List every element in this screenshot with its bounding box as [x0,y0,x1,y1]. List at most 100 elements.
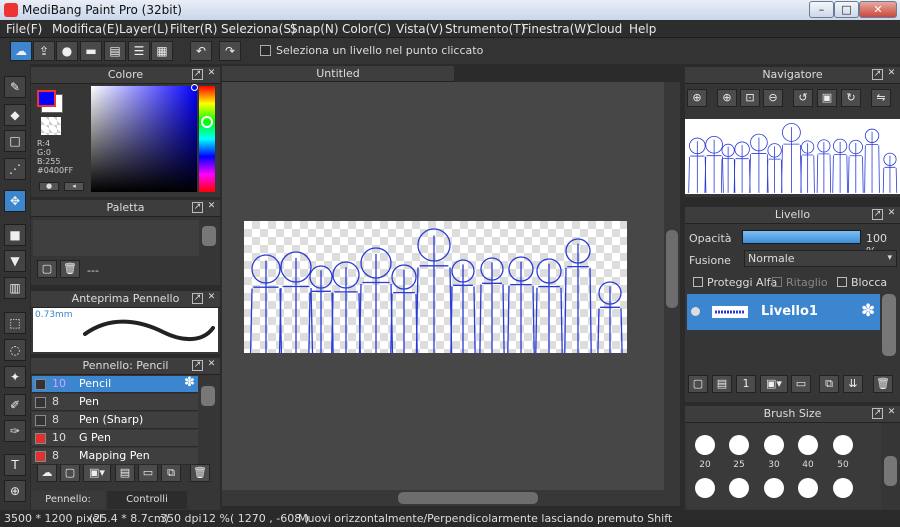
brush-size-dot[interactable] [798,435,818,455]
brush-list-item[interactable]: 8 Pen (Sharp) [32,412,198,429]
hue-slider[interactable] [199,86,215,192]
horizontal-scrollbar-thumb[interactable] [398,492,538,504]
layer-folder-icon[interactable]: ▭ [791,375,811,393]
cloud-icon[interactable]: ☁ [10,41,32,61]
brush-doc-icon[interactable]: ▤ [115,464,135,482]
delete-brush-icon[interactable]: 🗑 [190,464,210,482]
gradient-tool-icon[interactable]: ▥ [4,277,26,299]
rotate-right-icon[interactable]: ↻ [841,89,861,107]
bucket-tool-icon[interactable]: ▼ [4,250,26,272]
brush-list-item[interactable]: 8 Mapping Pen [32,448,198,465]
document-icon[interactable]: ▤ [104,41,126,61]
chat-icon[interactable]: ▬ [80,41,102,61]
brush-size-grid[interactable]: 20 25 30 40 50 [687,423,881,509]
brush-size-dot[interactable] [798,478,818,498]
select-rect-icon[interactable]: ⬚ [4,312,26,334]
minimize-button[interactable]: – [809,1,834,18]
delete-layer-icon[interactable]: 🗑 [873,375,893,393]
brush-size-dot[interactable] [695,435,715,455]
grid-icon[interactable]: ▦ [151,41,173,61]
float-icon[interactable]: ↗ [192,293,203,304]
float-icon[interactable]: ↗ [872,69,883,80]
brush-list-item[interactable]: 10 Pencil ✽ [32,375,198,393]
navigator-thumbnail[interactable] [685,119,900,194]
tab-brush-controls[interactable]: Controlli Pennello [107,491,187,523]
tab-brush[interactable]: Pennello: Pencil [31,491,105,523]
float-icon[interactable]: ↗ [192,202,203,213]
layer-1bit-icon[interactable]: 1 [736,375,756,393]
hue-slider-handle[interactable] [201,116,213,128]
brush-size-dot[interactable] [764,478,784,498]
blend-mode-select[interactable]: Normale ▾ [744,250,897,267]
vertical-scrollbar-thumb[interactable] [666,230,678,308]
lasso-icon[interactable]: ◌ [4,339,26,361]
panel-close-icon[interactable]: ✕ [886,69,897,80]
opacity-slider[interactable] [742,230,861,244]
brush-size-dot[interactable] [729,478,749,498]
select-layer-checkbox[interactable] [260,45,271,56]
clipping-checkbox[interactable] [772,277,782,287]
primary-color-swatch[interactable] [37,90,56,107]
menu-file[interactable]: File(F) [6,22,42,36]
menu-view[interactable]: Vista(V) [396,22,443,36]
brush-size-dot[interactable] [764,435,784,455]
fill-rect-tool-icon[interactable]: ■ [4,224,26,246]
layer-scrollbar[interactable] [882,294,896,356]
panel-close-icon[interactable]: ✕ [206,202,217,213]
magic-wand-icon[interactable]: ✦ [4,366,26,388]
fit-window-icon[interactable]: ▣ [817,89,837,107]
select-eraser-icon[interactable]: ✑ [4,420,26,442]
brush-list-scrollbar[interactable] [201,386,215,406]
menu-edit[interactable]: Modifica(E) [52,22,119,36]
saturation-value-field[interactable] [91,86,197,192]
brush-list-item[interactable]: 8 Pen [32,394,198,411]
eraser-tool-icon[interactable]: ◆ [4,104,26,126]
flip-icon[interactable]: ⇋ [871,89,891,107]
new-brush-icon[interactable]: ▢ [60,464,80,482]
redo-icon[interactable]: ↷ [219,41,241,61]
rotate-left-icon[interactable]: ↺ [793,89,813,107]
panel-close-icon[interactable]: ✕ [886,408,897,419]
zoom-fit-icon[interactable]: ⊕ [687,89,707,107]
brush-settings-gear-icon[interactable]: ✽ [184,375,195,391]
lock-checkbox[interactable] [837,277,847,287]
move-tool-icon[interactable]: ✥ [4,190,26,212]
brush-size-dot[interactable] [833,435,853,455]
menu-help[interactable]: Help [629,22,656,36]
eye-icon[interactable] [691,307,700,316]
brush-size-scrollbar[interactable] [884,456,897,486]
new-layer-icon[interactable]: ▢ [688,375,708,393]
float-icon[interactable]: ↗ [192,69,203,80]
operation-tool-icon[interactable]: ⊕ [4,480,26,502]
panel-close-icon[interactable]: ✕ [886,209,897,220]
duplicate-layer-icon[interactable]: ⧉ [819,375,839,393]
close-button[interactable]: ✕ [859,1,897,18]
brush-list-item[interactable]: 10 G Pen [32,430,198,447]
zoom-in-icon[interactable]: ⊕ [717,89,737,107]
layer-type-icon[interactable]: ▣▾ [760,375,788,393]
float-icon[interactable]: ↗ [872,209,883,220]
vertical-scrollbar-track[interactable] [664,82,680,490]
list-icon[interactable]: ☰ [128,41,150,61]
document-canvas[interactable] [244,221,627,354]
brush-size-dot[interactable] [695,478,715,498]
palette-swatch-area[interactable] [33,220,199,256]
brush-type-icon[interactable]: ▣▾ [83,464,111,482]
panel-close-icon[interactable]: ✕ [206,360,217,371]
add-color-button[interactable]: ● [39,182,59,191]
dot-tool-icon[interactable]: ⋰ [4,158,26,180]
merge-layer-icon[interactable]: ⇊ [843,375,863,393]
brush-size-dot[interactable] [729,435,749,455]
folder-icon[interactable]: ▭ [138,464,158,482]
menu-window[interactable]: Finestra(W) [522,22,591,36]
select-pen-icon[interactable]: ✐ [4,394,26,416]
horizontal-scrollbar-track[interactable] [222,490,680,506]
menu-filter[interactable]: Filter(R) [170,22,217,36]
float-icon[interactable]: ↗ [192,360,203,371]
duplicate-icon[interactable]: ⧉ [161,464,181,482]
actual-size-icon[interactable]: ⊡ [740,89,760,107]
menu-cloud[interactable]: Cloud [588,22,622,36]
undo-icon[interactable]: ↶ [190,41,212,61]
brush-size-dot[interactable] [833,478,853,498]
layer-row[interactable]: Livello1 ✽ [687,294,880,330]
